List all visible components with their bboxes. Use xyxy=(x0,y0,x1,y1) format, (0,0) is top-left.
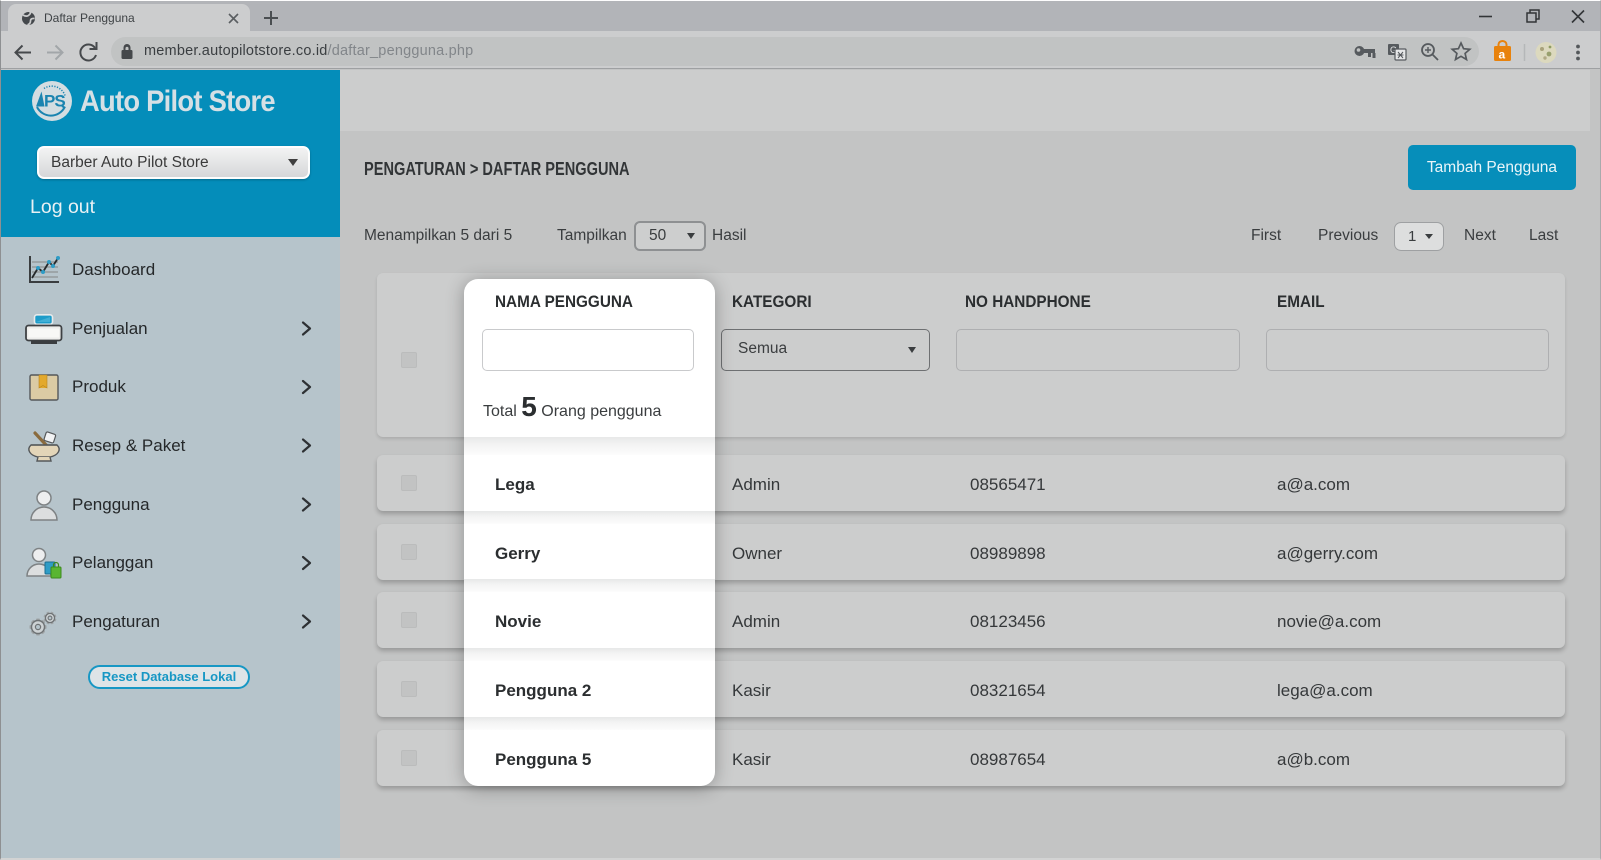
svg-text:a: a xyxy=(1499,48,1506,62)
